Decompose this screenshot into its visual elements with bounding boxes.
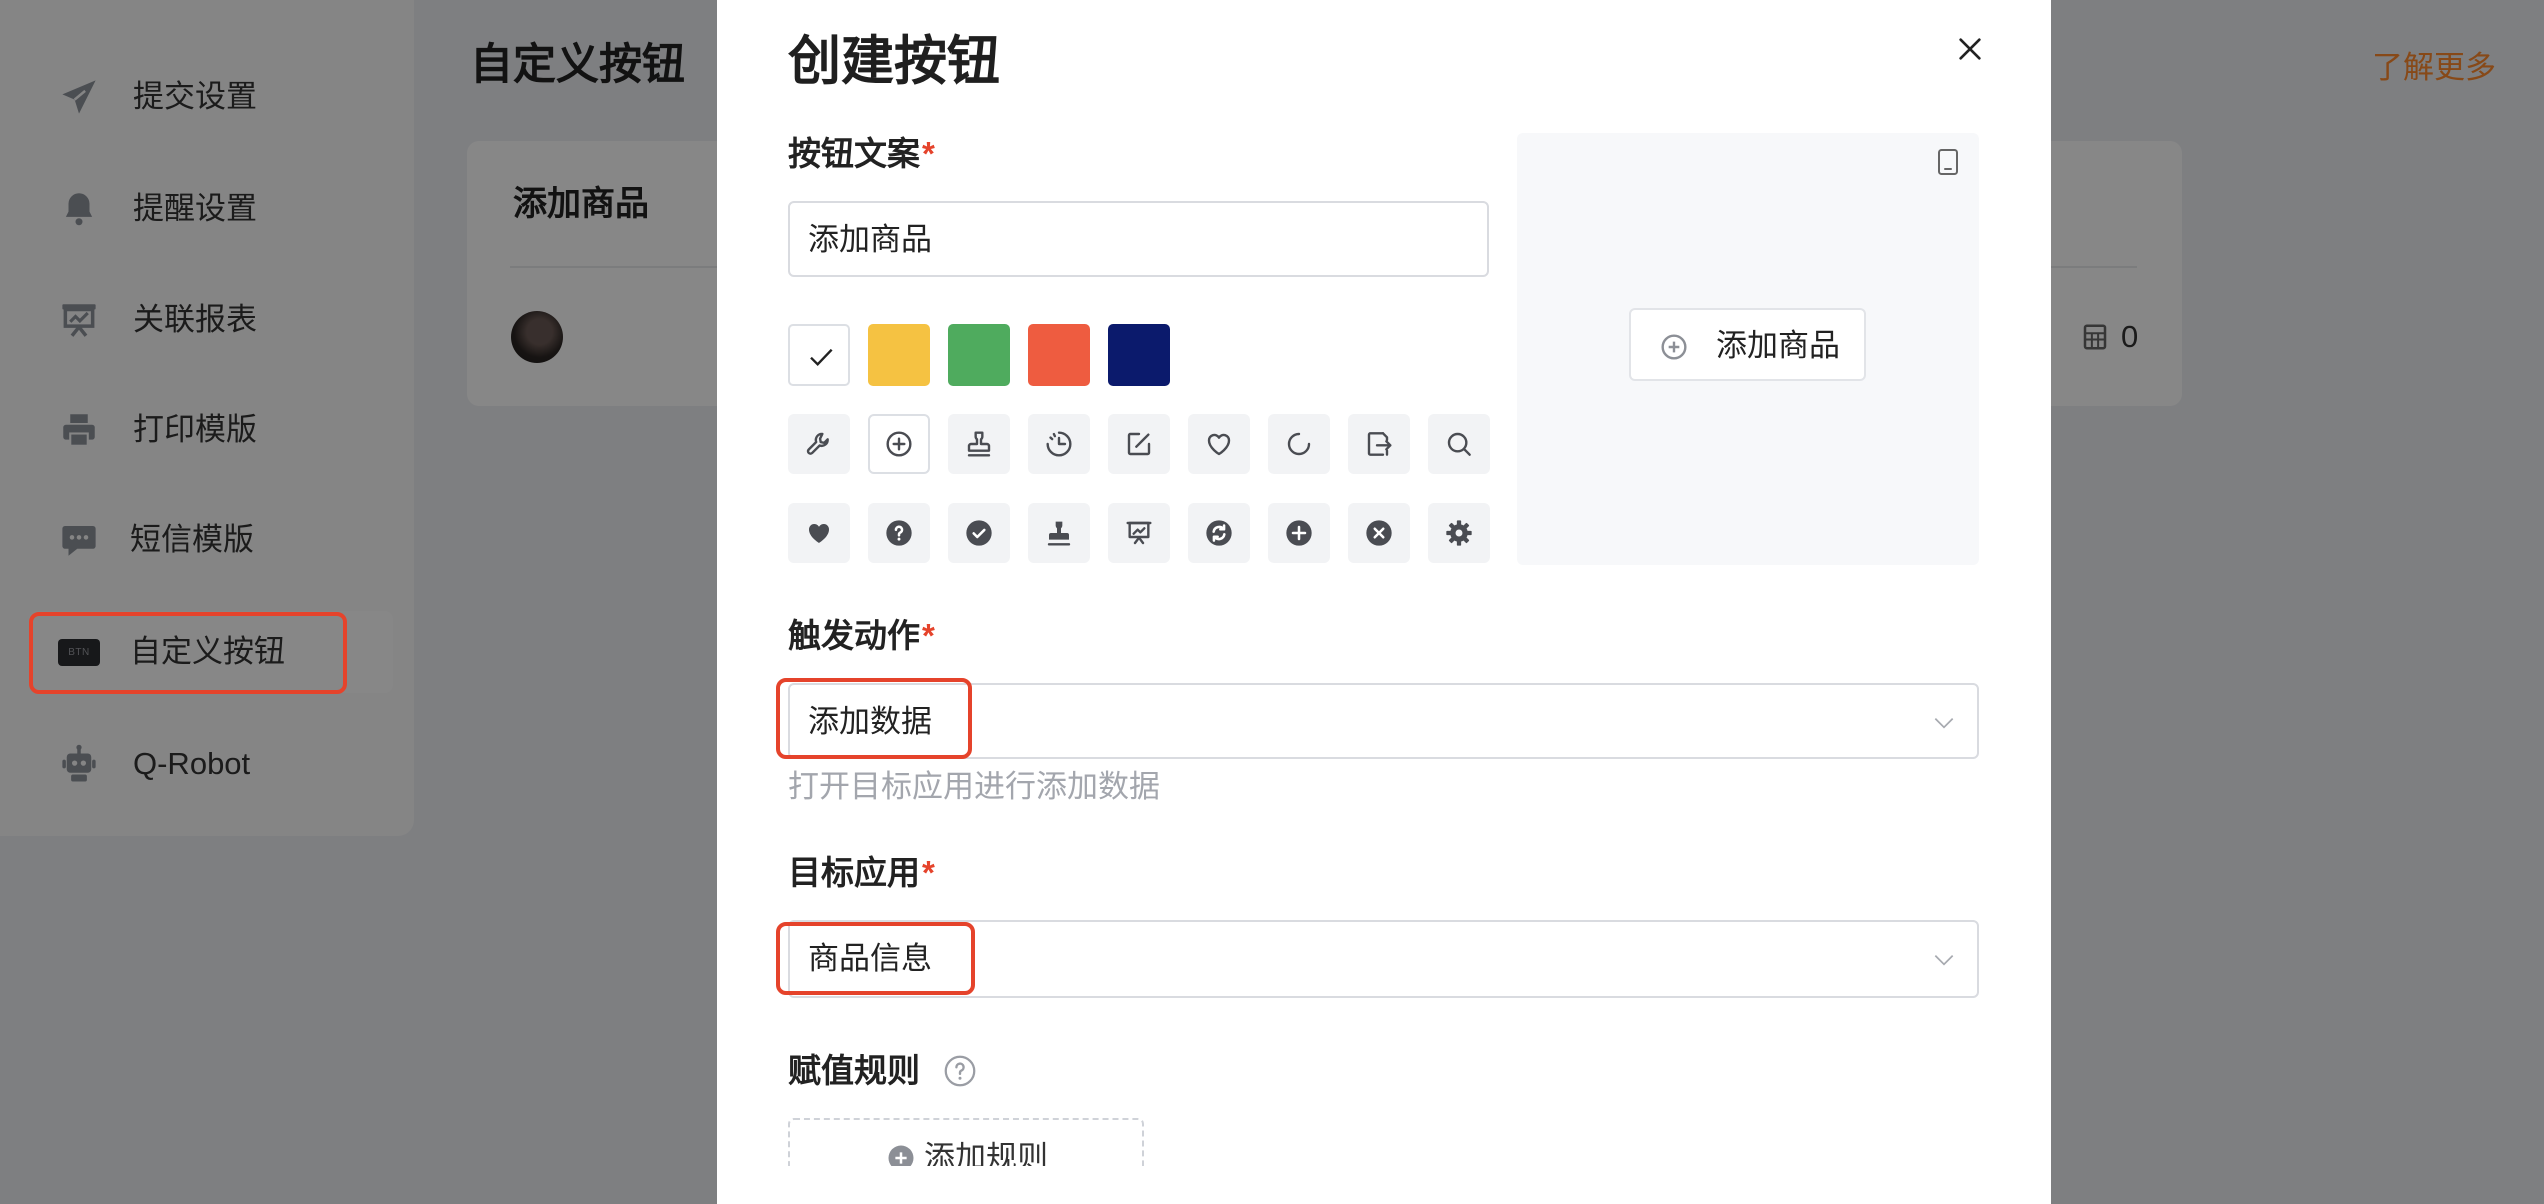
color-swatch[interactable] — [1028, 324, 1090, 386]
color-swatches — [788, 324, 1490, 386]
chevron-down-icon — [1931, 947, 1957, 973]
icon-option[interactable] — [1028, 503, 1090, 563]
heart-icon — [1203, 428, 1235, 460]
add-rule-button[interactable]: 添加规则 — [788, 1118, 1144, 1166]
clock-pie-icon — [1043, 428, 1075, 460]
add-rule-label: 添加规则 — [924, 1140, 1048, 1166]
reload-icon — [1283, 428, 1315, 460]
button-text-input[interactable]: 添加商品 — [788, 201, 1489, 277]
preview-button[interactable]: 添加商品 — [1629, 308, 1866, 381]
icon-option[interactable] — [868, 414, 930, 474]
stamp-icon — [963, 428, 995, 460]
preview-button-label: 添加商品 — [1716, 328, 1840, 363]
color-swatch[interactable] — [1108, 324, 1170, 386]
close-filled-icon — [1363, 517, 1395, 549]
icon-option[interactable] — [1188, 503, 1250, 563]
icon-option[interactable] — [1108, 414, 1170, 474]
icon-option[interactable] — [1268, 503, 1330, 563]
create-button-dialog: 创建按钮 按钮文案* 添加商品 添加商品 触发动作* 添加数据 打开目标应用进行… — [717, 0, 2051, 1204]
icon-option[interactable] — [1348, 414, 1410, 474]
button-preview: 添加商品 — [1517, 133, 1979, 565]
close-icon — [1954, 33, 1986, 65]
icon-option[interactable] — [788, 503, 850, 563]
icon-picker — [788, 414, 1490, 564]
label-text: 触发动作 — [788, 617, 920, 654]
plus-filled-icon — [886, 1143, 916, 1166]
plus-filled-icon — [1283, 517, 1315, 549]
mobile-icon[interactable] — [1937, 148, 1959, 176]
trigger-action-hint: 打开目标应用进行添加数据 — [788, 769, 1160, 804]
button-text-label: 按钮文案* — [788, 135, 935, 173]
target-app-select[interactable]: 商品信息 — [788, 920, 1979, 998]
gear-filled-icon — [1443, 517, 1475, 549]
sync-filled-icon — [1203, 517, 1235, 549]
icon-option[interactable] — [868, 503, 930, 563]
icon-option[interactable] — [1108, 503, 1170, 563]
required-mark: * — [922, 617, 935, 654]
icon-option[interactable] — [788, 414, 850, 474]
assign-rules-label: 赋值规则 — [788, 1052, 920, 1089]
dialog-body: 创建按钮 按钮文案* 添加商品 添加商品 触发动作* 添加数据 打开目标应用进行… — [717, 0, 2051, 1166]
label-text: 按钮文案 — [788, 135, 920, 172]
presentation-icon — [1123, 517, 1155, 549]
label-text: 目标应用 — [788, 854, 920, 891]
icon-option[interactable] — [1028, 414, 1090, 474]
color-swatch[interactable] — [948, 324, 1010, 386]
close-button[interactable] — [1954, 33, 1986, 65]
trigger-action-select[interactable]: 添加数据 — [788, 683, 1979, 759]
color-swatch[interactable] — [788, 324, 850, 386]
heart-filled-icon — [803, 517, 835, 549]
icon-option[interactable] — [1428, 414, 1490, 474]
input-value: 添加商品 — [808, 222, 932, 257]
plus-circle-icon — [883, 428, 915, 460]
check-filled-icon — [963, 517, 995, 549]
icon-option[interactable] — [948, 503, 1010, 563]
required-mark: * — [922, 854, 935, 891]
dialog-title: 创建按钮 — [788, 32, 1000, 91]
stamp-filled-icon — [1043, 517, 1075, 549]
icon-option[interactable] — [1268, 414, 1330, 474]
icon-option[interactable] — [1348, 503, 1410, 563]
export-icon — [1363, 428, 1395, 460]
edit-icon — [1123, 428, 1155, 460]
icon-option[interactable] — [1188, 414, 1250, 474]
question-filled-icon — [883, 517, 915, 549]
wrench-icon — [803, 428, 835, 460]
question-circle-icon[interactable] — [942, 1053, 978, 1089]
trigger-action-label: 触发动作* — [788, 617, 935, 655]
target-app-label: 目标应用* — [788, 854, 935, 892]
search-icon — [1443, 428, 1475, 460]
color-swatch[interactable] — [868, 324, 930, 386]
required-mark: * — [922, 135, 935, 172]
select-value: 添加数据 — [808, 704, 932, 739]
chevron-down-icon — [1931, 710, 1957, 736]
icon-option[interactable] — [948, 414, 1010, 474]
plus-circle-icon — [1658, 331, 1690, 363]
select-value: 商品信息 — [808, 941, 932, 976]
icon-option[interactable] — [1428, 503, 1490, 563]
